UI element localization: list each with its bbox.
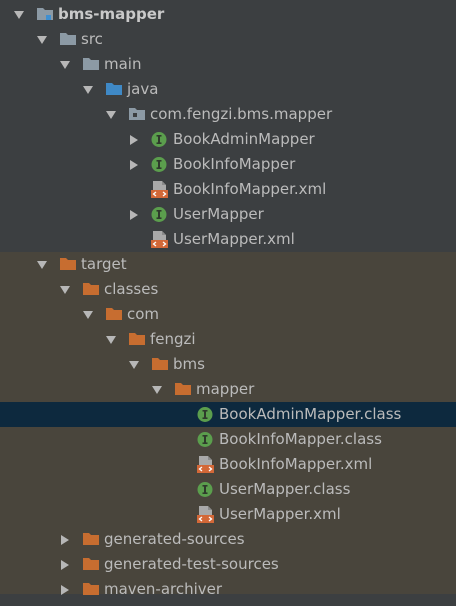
tree-item-label: BookAdminMapper — [173, 130, 315, 148]
tree-item-label: target — [81, 255, 127, 273]
folder-orange-icon — [150, 352, 170, 377]
tree-item-label: com — [127, 305, 160, 323]
chevron-down-icon[interactable] — [35, 252, 49, 277]
folder-orange-icon — [173, 377, 193, 402]
interface-icon — [196, 477, 216, 502]
folder-grey-icon — [58, 27, 78, 52]
chevron-down-icon[interactable] — [81, 302, 95, 327]
chevron-down-icon[interactable] — [104, 327, 118, 352]
module-folder-icon — [35, 2, 55, 27]
tree-row-target[interactable]: target — [0, 252, 456, 277]
tree-row-usermapper[interactable]: UserMapper — [0, 202, 456, 227]
folder-orange-icon — [81, 277, 101, 302]
tree-item-label: BookInfoMapper.xml — [173, 180, 327, 198]
chevron-down-icon[interactable] — [12, 2, 26, 27]
tree-row-bookadminmapper[interactable]: BookAdminMapper — [0, 127, 456, 152]
tree-item-label: generated-test-sources — [104, 555, 279, 573]
interface-icon — [196, 427, 216, 452]
source-root-folder-icon — [104, 77, 124, 102]
tree-row-fengzi[interactable]: fengzi — [0, 327, 456, 352]
tree-row-java[interactable]: java — [0, 77, 456, 102]
xml-file-icon — [150, 177, 170, 202]
tree-row-bms-mapper[interactable]: bms-mapper — [0, 2, 456, 27]
chevron-right-icon[interactable] — [58, 577, 72, 602]
tree-item-label: bms-mapper — [58, 5, 165, 23]
interface-icon — [196, 402, 216, 427]
chevron-down-icon[interactable] — [81, 77, 95, 102]
tree-row-bookinfomapper-class[interactable]: BookInfoMapper.class — [0, 427, 456, 452]
tree-row-usermapper-class[interactable]: UserMapper.class — [0, 477, 456, 502]
tree-item-label: src — [81, 30, 103, 48]
tree-item-label: main — [104, 55, 142, 73]
tree-row-bookinfomapper-xml[interactable]: BookInfoMapper.xml — [0, 177, 456, 202]
package-icon — [127, 102, 147, 127]
folder-orange-icon — [81, 552, 101, 577]
tree-row-bookinfomapper[interactable]: BookInfoMapper — [0, 152, 456, 177]
tree-item-label: classes — [104, 280, 159, 298]
xml-file-icon — [196, 452, 216, 477]
tree-row-mapper[interactable]: mapper — [0, 377, 456, 402]
tree-row-usermapper-xml[interactable]: UserMapper.xml — [0, 227, 456, 252]
tree-item-label: bms — [173, 355, 205, 373]
interface-icon — [150, 152, 170, 177]
tree-item-label: BookInfoMapper.xml — [219, 455, 373, 473]
tree-row-maven-archiver[interactable]: maven-archiver — [0, 577, 456, 602]
tree-item-label: UserMapper — [173, 205, 264, 223]
folder-grey-icon — [81, 52, 101, 77]
tree-item-label: fengzi — [150, 330, 196, 348]
chevron-right-icon[interactable] — [127, 152, 141, 177]
tree-item-label: BookInfoMapper.class — [219, 430, 382, 448]
tree-item-label: UserMapper.class — [219, 480, 351, 498]
tree-item-label: BookInfoMapper — [173, 155, 296, 173]
tree-row-src[interactable]: src — [0, 27, 456, 52]
chevron-right-icon[interactable] — [127, 127, 141, 152]
tree-row-com[interactable]: com — [0, 302, 456, 327]
tree-row-bookadminmapper-class[interactable]: BookAdminMapper.class — [0, 402, 456, 427]
chevron-right-icon[interactable] — [127, 202, 141, 227]
chevron-right-icon[interactable] — [58, 527, 72, 552]
chevron-down-icon[interactable] — [35, 27, 49, 52]
tree-row-usermapper-xml[interactable]: UserMapper.xml — [0, 502, 456, 527]
chevron-down-icon[interactable] — [58, 52, 72, 77]
tree-item-label: UserMapper.xml — [173, 230, 295, 248]
tree-item-label: BookAdminMapper.class — [219, 405, 402, 423]
tree-item-label: java — [127, 80, 159, 98]
tree-item-label: UserMapper.xml — [219, 505, 341, 523]
xml-file-icon — [150, 227, 170, 252]
tree-item-label: maven-archiver — [104, 580, 223, 598]
tree-row-bookinfomapper-xml[interactable]: BookInfoMapper.xml — [0, 452, 456, 477]
folder-orange-icon — [81, 527, 101, 552]
chevron-down-icon[interactable] — [104, 102, 118, 127]
folder-orange-icon — [104, 302, 124, 327]
folder-orange-icon — [81, 577, 101, 602]
tree-row-generated-test-sources[interactable]: generated-test-sources — [0, 552, 456, 577]
chevron-right-icon[interactable] — [58, 552, 72, 577]
chevron-down-icon[interactable] — [127, 352, 141, 377]
xml-file-icon — [196, 502, 216, 527]
interface-icon — [150, 127, 170, 152]
tree-item-label: mapper — [196, 380, 255, 398]
tree-row-com-fengzi-bms-mapper[interactable]: com.fengzi.bms.mapper — [0, 102, 456, 127]
tree-item-label: com.fengzi.bms.mapper — [150, 105, 333, 123]
tree-row-bms[interactable]: bms — [0, 352, 456, 377]
chevron-down-icon[interactable] — [150, 377, 164, 402]
chevron-down-icon[interactable] — [58, 277, 72, 302]
tree-row-main[interactable]: main — [0, 52, 456, 77]
folder-orange-icon — [58, 252, 78, 277]
tree-row-generated-sources[interactable]: generated-sources — [0, 527, 456, 552]
tree-item-label: generated-sources — [104, 530, 245, 548]
folder-orange-icon — [127, 327, 147, 352]
interface-icon — [150, 202, 170, 227]
tree-row-classes[interactable]: classes — [0, 277, 456, 302]
